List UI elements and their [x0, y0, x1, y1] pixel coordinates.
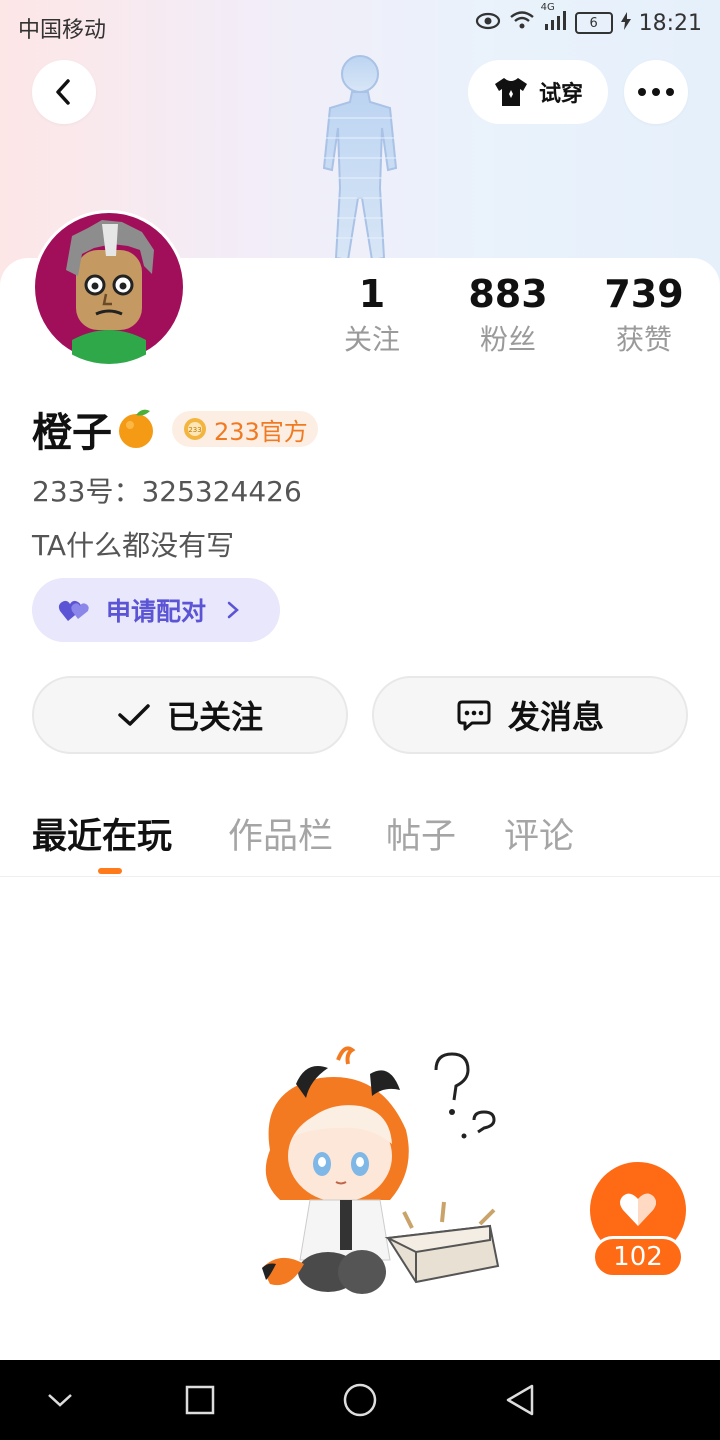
battery-indicator: 6 — [574, 12, 613, 34]
tshirt-icon — [494, 78, 527, 106]
hologram-avatar-figure — [320, 55, 400, 262]
status-indicators: 4G 6 18:21 — [475, 2, 702, 36]
official-badge: 233 233官方 — [172, 411, 318, 447]
chevron-right-icon — [227, 601, 239, 619]
active-tab-indicator — [98, 868, 122, 874]
charging-icon — [620, 11, 631, 36]
orange-emoji-icon — [114, 405, 158, 453]
carrier-label: 中国移动 — [18, 18, 107, 43]
user-id: 233号：325324426 — [32, 475, 302, 508]
check-icon — [118, 704, 150, 726]
profile-tabs: 最近在玩 作品栏 帖子 评论 — [0, 800, 720, 877]
stat-likes[interactable]: 739 获赞 — [584, 270, 704, 362]
request-pair-button[interactable]: 申请配对 — [32, 578, 280, 642]
following-label: 关注 — [343, 323, 400, 356]
empty-state-illustration — [262, 1046, 500, 1294]
more-button[interactable] — [624, 60, 688, 124]
official-badge-label: 233官方 — [214, 417, 308, 446]
avatar-image — [32, 210, 186, 364]
chat-bubble-icon — [457, 700, 491, 731]
tab-recently-played[interactable]: 最近在玩 — [32, 808, 172, 859]
more-dots-icon — [638, 88, 674, 96]
like-count: 102 — [592, 1236, 684, 1278]
tryon-button[interactable]: 试穿 — [468, 60, 608, 124]
signal-icon: 4G — [541, 2, 567, 36]
like-floating-button[interactable]: 102 — [590, 1162, 686, 1282]
tab-comments[interactable]: 评论 — [504, 808, 574, 859]
following-button-label: 已关注 — [166, 698, 263, 736]
tryon-label: 试穿 — [538, 82, 583, 107]
nav-back-icon[interactable] — [498, 1378, 542, 1422]
network-type: 4G — [540, 2, 555, 13]
following-count: 1 — [358, 272, 386, 316]
tab-works[interactable]: 作品栏 — [228, 808, 333, 859]
send-message-button[interactable]: 发消息 — [372, 676, 688, 754]
following-button[interactable]: 已关注 — [32, 676, 348, 754]
avatar[interactable] — [32, 210, 186, 364]
nav-collapse-icon[interactable] — [38, 1378, 82, 1422]
clock: 18:21 — [638, 10, 702, 36]
back-button[interactable] — [32, 60, 96, 124]
wifi-icon — [509, 10, 535, 36]
double-heart-icon — [58, 600, 89, 621]
followers-count: 883 — [468, 272, 548, 316]
name-row: 橙子 233 233官方 — [32, 400, 318, 458]
likes-label: 获赞 — [615, 323, 672, 356]
heart-icon — [620, 1193, 656, 1226]
profile-stats: 1 关注 883 粉丝 739 获赞 — [320, 270, 720, 370]
svg-text:233: 233 — [188, 426, 201, 434]
likes-count: 739 — [604, 272, 684, 316]
system-navigation-bar — [0, 1360, 720, 1440]
eye-icon — [475, 11, 501, 36]
nav-home-icon[interactable] — [338, 1378, 382, 1422]
tab-posts[interactable]: 帖子 — [386, 808, 456, 859]
official-badge-icon: 233 — [184, 418, 206, 440]
status-bar: 中国移动 4G 6 18:21 — [0, 0, 720, 50]
nav-recent-icon[interactable] — [178, 1378, 222, 1422]
send-message-label: 发消息 — [507, 698, 604, 736]
stat-followers[interactable]: 883 粉丝 — [448, 270, 568, 362]
followers-label: 粉丝 — [479, 323, 536, 356]
request-pair-label: 申请配对 — [106, 597, 207, 626]
stat-following[interactable]: 1 关注 — [312, 270, 432, 362]
user-bio: TA什么都没有写 — [32, 529, 235, 562]
profile-name: 橙子 — [32, 410, 112, 456]
chevron-left-icon — [56, 79, 70, 105]
